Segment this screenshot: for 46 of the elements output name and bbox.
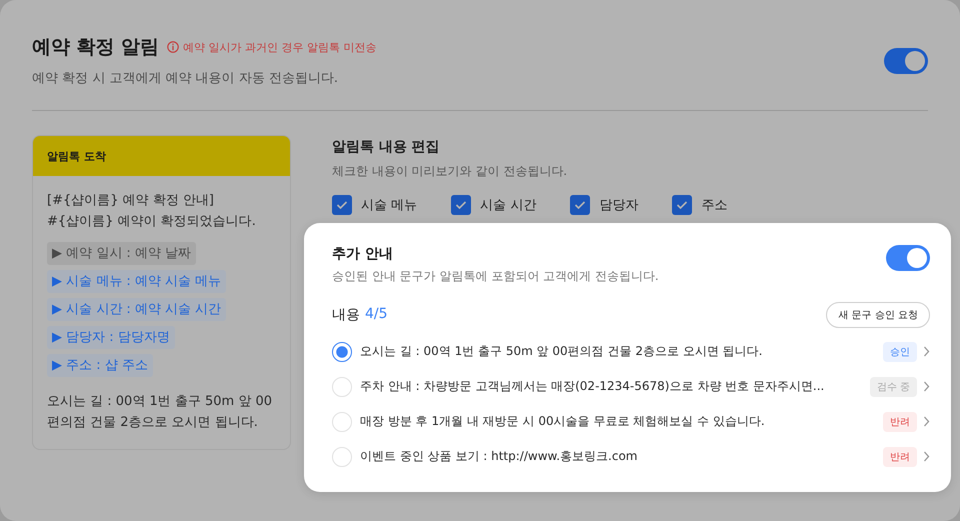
checkbox-label: 주소 [701,197,728,214]
warning-text: 예약 일시가 과거인 경우 알림톡 미전송 [183,40,377,54]
checkmark-icon [676,200,688,210]
preview-header: 알림톡 도착 [33,136,290,176]
content-label: 내용 [332,306,360,324]
section-title: 알림톡 내용 편집 [332,138,441,156]
description-text: 예약 확정 시 고객에게 예약 내용이 자동 전송됩니다. [32,70,340,87]
status-badge: 승인 [883,342,917,362]
checkbox[interactable] [451,195,472,215]
toggle-switch[interactable] [886,245,930,271]
preview-item: ▶ 시술 시간 : 예약 시술 시간 [47,298,226,321]
checkmark-icon [336,200,348,210]
preview-item: ▶ 담당자 : 담당자명 [47,326,175,349]
page-title: 예약 확정 알림 [32,35,160,60]
option-text: 이벤트 중인 상품 보기 : http://www.홍보링크.com [360,448,638,465]
checkbox-label: 시술 메뉴 [361,197,418,214]
preview-item: ▶ 예약 일시 : 예약 날짜 [47,242,196,265]
checkbox[interactable] [570,195,590,215]
info-icon [167,41,180,53]
preview-item: ▶ 시술 메뉴 : 예약 시술 메뉴 [47,270,226,293]
message-text: 오시는 길 : 00역 1번 출구 50m 앞 00편의점 건물 2층으로 오시면 됩니다. [47,393,273,432]
option-text: 오시는 길 : 00역 1번 출구 50m 앞 00편의점 건물 2층으로 오시면 됩니다. [360,343,764,360]
content-count: 4/5 [365,306,388,324]
section-description: 체크한 내용이 미리보기와 같이 전송됩니다. [332,163,568,180]
radio-button[interactable] [332,342,352,362]
checkbox[interactable] [672,195,692,215]
chevron-right-icon[interactable] [923,451,930,462]
card-title: 추가 안내 [332,245,394,263]
preview-item: ▶ 주소 : 샵 주소 [47,354,153,377]
card-description: 승인된 안내 문구가 알림톡에 포함되어 고객에게 전송됩니다. [332,268,659,285]
chevron-right-icon[interactable] [923,416,930,427]
request-approval-button[interactable]: 새 문구 승인 요청 [826,302,930,328]
option-text: 매장 방분 후 1개월 내 재방문 시 00시술을 무료로 체험해보실 수 있습니다. [360,413,766,430]
chevron-right-icon[interactable] [923,381,930,392]
option-text: 주차 안내 : 차량방문 고객님께서는 매장(02-1234-5678)으로 차량 번호 문자주시면... [360,378,826,395]
toggle-switch[interactable] [884,48,928,74]
status-badge: 반려 [883,446,917,466]
status-badge: 반려 [883,412,917,432]
checkmark-icon [574,200,586,210]
status-badge: 검수 중 [870,376,917,396]
chevron-right-icon[interactable] [923,346,930,357]
checkbox-label: 담당자 [599,197,638,214]
checkmark-icon [455,200,468,210]
checkbox[interactable] [332,195,352,215]
checkbox-label: 시술 시간 [480,197,536,214]
message-text: [#{샵이름} 예약 확정 안내] #{샵이름} 예약이 확정되었습니다. [47,192,257,231]
